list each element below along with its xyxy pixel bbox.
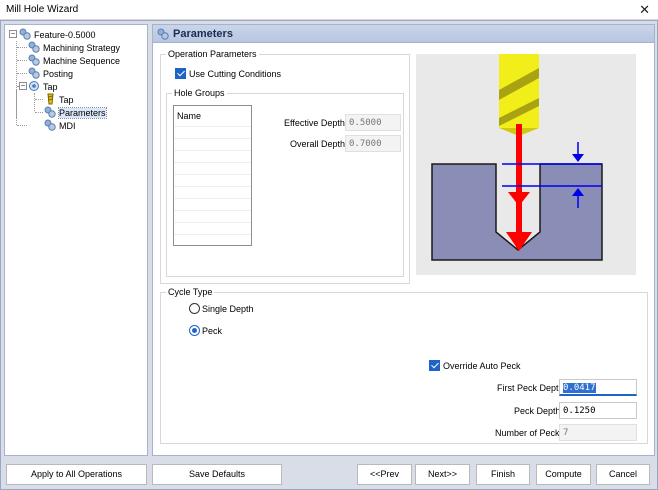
tree-connector (17, 125, 27, 126)
tree-connector (17, 47, 27, 48)
group-title: Operation Parameters (166, 49, 259, 59)
group-title: Hole Groups (172, 88, 227, 98)
tree-item-label: Feature-0.5000 (34, 30, 96, 40)
tap-operation-icon (29, 81, 39, 91)
list-row-line (174, 150, 251, 151)
feed-arrow-head (508, 192, 530, 206)
override-auto-peck-checkbox[interactable] (429, 360, 440, 371)
feature-gears-icon (19, 28, 31, 40)
use-cutting-conditions-checkbox[interactable] (175, 68, 186, 79)
title-bar: Mill Hole Wizard ✕ (0, 0, 658, 20)
first-peck-depth-label: First Peck Depth (497, 383, 564, 393)
gears-icon (28, 67, 40, 79)
peck-depth-label: Peck Depth (514, 406, 561, 416)
tree-item-posting[interactable]: Posting (28, 67, 73, 80)
window-title: Mill Hole Wizard (6, 4, 79, 15)
tree-item-tap[interactable]: Tap (28, 80, 58, 93)
tree-item-label: Parameters (58, 107, 107, 119)
hole-groups-group: Hole Groups Name Effective Depth 0.5000 (166, 88, 404, 277)
tree-item-label: Machining Strategy (43, 43, 121, 53)
number-of-pecks-field: 7 (559, 424, 637, 441)
tree-item-feature[interactable]: Feature-0.5000 (19, 28, 96, 41)
list-row-line (174, 210, 251, 211)
peck-marker (572, 154, 584, 162)
single-depth-radio[interactable] (189, 303, 200, 314)
list-row-line (174, 138, 251, 139)
wizard-client: − Feature-0.5000 Machining Strategy Mach… (0, 20, 658, 490)
list-row-line (174, 198, 251, 199)
radio-label: Single Depth (202, 304, 254, 314)
first-peck-depth-field[interactable]: 0.0417 (559, 379, 637, 396)
panel-title: Parameters (173, 28, 233, 40)
tree-connector (16, 89, 17, 125)
tree-item-label: MDI (59, 121, 76, 131)
peck-drilling-illustration (416, 54, 636, 275)
collapse-tap-icon[interactable]: − (19, 82, 27, 90)
group-title: Cycle Type (166, 287, 215, 297)
list-row-line (174, 162, 251, 163)
selected-text: 0.0417 (563, 383, 596, 393)
tree-item-machining-strategy[interactable]: Machining Strategy (28, 41, 120, 54)
list-row-line (174, 174, 251, 175)
tree-item-tap-tool[interactable]: Tap (44, 93, 74, 106)
tree-connector (17, 60, 27, 61)
gears-icon (28, 54, 40, 66)
list-row-line (174, 222, 251, 223)
peck-radio[interactable] (189, 325, 200, 336)
overall-depth-label: Overall Depth (290, 139, 346, 149)
gears-icon (157, 28, 169, 40)
compute-button[interactable]: Compute (536, 464, 591, 485)
hole-groups-list[interactable]: Name (173, 105, 252, 246)
list-column-header: Name (177, 111, 202, 121)
list-row-line (174, 126, 251, 127)
tap-tool-icon (47, 93, 54, 105)
gears-icon (28, 41, 40, 53)
tree-connector (35, 99, 43, 100)
number-of-pecks-label: Number of Pecks (495, 428, 565, 438)
navigation-tree: − Feature-0.5000 Machining Strategy Mach… (4, 24, 148, 456)
next-button[interactable]: Next>> (415, 464, 470, 485)
panel-header: Parameters (153, 25, 654, 43)
cycle-type-group: Cycle Type Single Depth Peck Override Au… (160, 287, 648, 444)
list-row-line (174, 186, 251, 187)
drill-diagram (431, 54, 603, 261)
tree-item-label: Tap (43, 82, 58, 92)
overall-depth-field: 0.7000 (345, 135, 401, 152)
gears-icon (44, 119, 56, 131)
prev-button[interactable]: <<Prev (357, 464, 412, 485)
tree-item-label: Posting (43, 69, 74, 79)
effective-depth-label: Effective Depth (284, 118, 345, 128)
tree-connector (17, 73, 27, 74)
checkbox-label: Override Auto Peck (443, 361, 521, 371)
operation-parameters-group: Operation Parameters Use Cutting Conditi… (160, 49, 410, 284)
tree-item-label: Tap (59, 95, 74, 105)
tree-connector (35, 112, 43, 113)
collapse-root-icon[interactable]: − (9, 30, 17, 38)
apply-to-all-button[interactable]: Apply to All Operations (6, 464, 147, 485)
radio-label: Peck (202, 326, 223, 336)
gears-icon (44, 106, 56, 118)
tree-item-parameters[interactable]: Parameters (44, 106, 107, 119)
close-icon[interactable]: ✕ (639, 2, 650, 18)
cancel-button[interactable]: Cancel (596, 464, 650, 485)
tree-item-machine-sequence[interactable]: Machine Sequence (28, 54, 120, 67)
effective-depth-field: 0.5000 (345, 114, 401, 131)
save-defaults-button[interactable]: Save Defaults (152, 464, 282, 485)
peck-depth-field[interactable]: 0.1250 (559, 402, 637, 419)
finish-button[interactable]: Finish (476, 464, 530, 485)
list-row-line (174, 234, 251, 235)
parameters-panel: Parameters Operation Parameters Use Cutt… (152, 24, 655, 456)
tree-connector (34, 93, 35, 111)
tree-item-label: Machine Sequence (43, 56, 121, 66)
tree-item-mdi[interactable]: MDI (44, 119, 76, 132)
checkbox-label: Use Cutting Conditions (189, 69, 282, 79)
